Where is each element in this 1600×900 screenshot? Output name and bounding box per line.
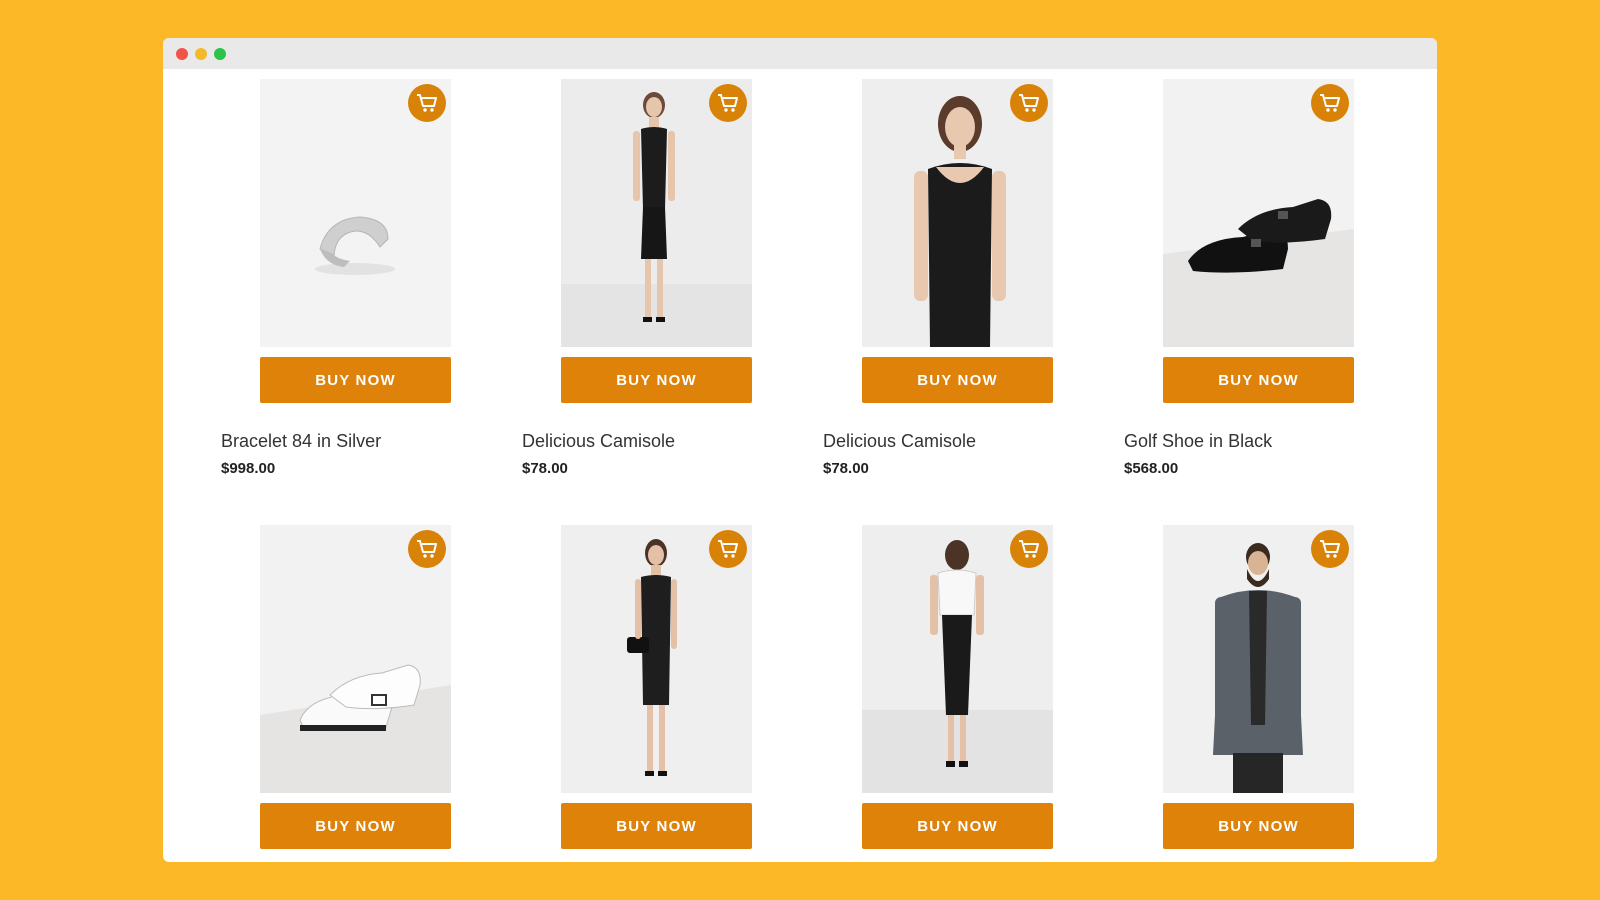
product-name[interactable]: Bracelet 84 in Silver — [221, 431, 381, 452]
cart-icon — [1320, 540, 1340, 558]
product-price: $78.00 — [823, 460, 869, 477]
product-name[interactable]: Golf Shoe in Black — [1124, 431, 1272, 452]
add-to-cart-button[interactable] — [408, 530, 446, 568]
product-price: $998.00 — [221, 460, 276, 477]
add-to-cart-button[interactable] — [709, 530, 747, 568]
product-image-leather-dress[interactable] — [561, 525, 752, 793]
add-to-cart-button[interactable] — [709, 84, 747, 122]
cart-icon — [1019, 540, 1039, 558]
buy-now-button[interactable]: BUY NOW — [561, 803, 752, 849]
buy-now-button[interactable]: BUY NOW — [1163, 357, 1354, 403]
buy-now-button[interactable]: BUY NOW — [1163, 803, 1354, 849]
product-image-white-shoes[interactable] — [260, 525, 451, 793]
product-price: $568.00 — [1124, 460, 1179, 477]
product-image-bracelet[interactable] — [260, 79, 451, 347]
product-image-grey-blazer[interactable] — [1163, 525, 1354, 793]
add-to-cart-button[interactable] — [1311, 530, 1349, 568]
add-to-cart-button[interactable] — [1010, 84, 1048, 122]
product-image-black-shoes[interactable] — [1163, 79, 1354, 347]
product-grid: BUY NOW Bracelet 84 in Silver $998.00 BU… — [163, 38, 1437, 862]
product-image-camisole-closeup[interactable] — [862, 79, 1053, 347]
cart-icon — [718, 94, 738, 112]
product-price: $78.00 — [522, 460, 568, 477]
buy-now-button[interactable]: BUY NOW — [862, 357, 1053, 403]
add-to-cart-button[interactable] — [1010, 530, 1048, 568]
buy-now-button[interactable]: BUY NOW — [260, 357, 451, 403]
add-to-cart-button[interactable] — [408, 84, 446, 122]
buy-now-button[interactable]: BUY NOW — [561, 357, 752, 403]
cart-icon — [718, 540, 738, 558]
cart-icon — [417, 94, 437, 112]
product-name[interactable]: Delicious Camisole — [823, 431, 976, 452]
cart-icon — [1320, 94, 1340, 112]
product-image-white-top-skirt[interactable] — [862, 525, 1053, 793]
product-image-camisole[interactable] — [561, 79, 752, 347]
add-to-cart-button[interactable] — [1311, 84, 1349, 122]
product-name[interactable]: Delicious Camisole — [522, 431, 675, 452]
browser-window: BUY NOW Bracelet 84 in Silver $998.00 BU… — [163, 38, 1437, 862]
cart-icon — [417, 540, 437, 558]
buy-now-button[interactable]: BUY NOW — [862, 803, 1053, 849]
cart-icon — [1019, 94, 1039, 112]
buy-now-button[interactable]: BUY NOW — [260, 803, 451, 849]
